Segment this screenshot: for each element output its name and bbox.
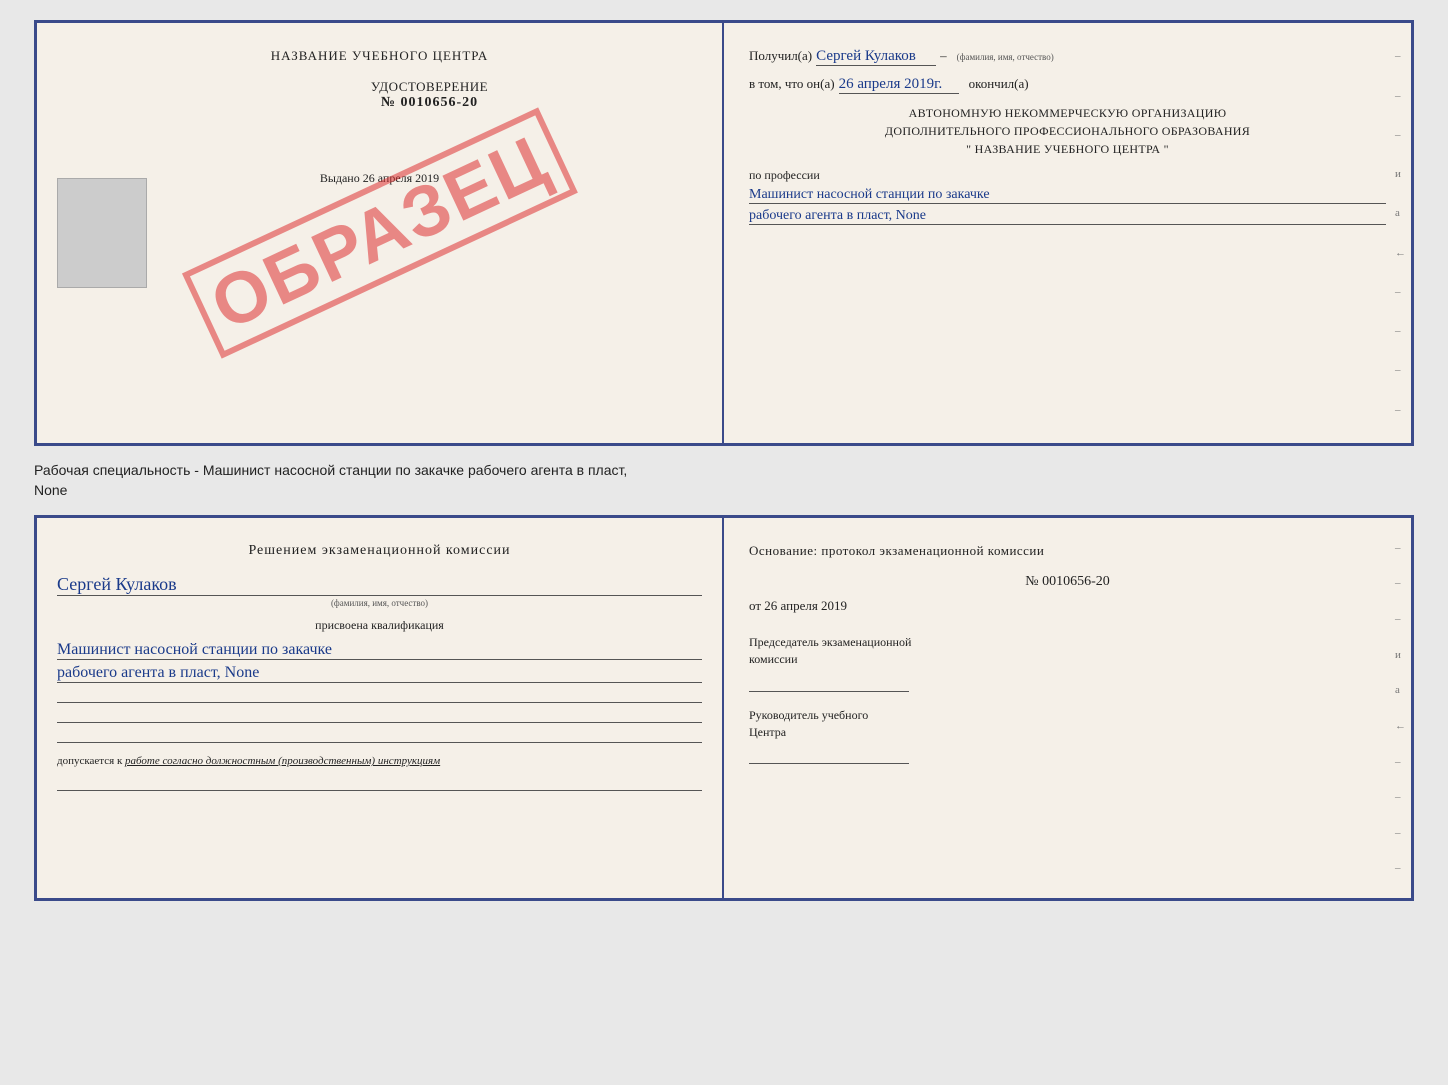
dash2: – bbox=[1395, 90, 1406, 102]
cert-right-side: Получил(а) Сергей Кулаков – (фамилия, им… bbox=[724, 23, 1411, 443]
ended-label: окончил(а) bbox=[969, 76, 1029, 92]
head-signature-line bbox=[749, 748, 909, 764]
head-label: Руководитель учебного Центра bbox=[749, 707, 1386, 741]
description-line1: Рабочая специальность - Машинист насосно… bbox=[34, 461, 1414, 481]
chairman-label: Председатель экзаменационной комиссии bbox=[749, 634, 1386, 668]
received-label: Получил(а) bbox=[749, 48, 812, 64]
blank-line1 bbox=[57, 687, 702, 703]
description-line2: None bbox=[34, 481, 1414, 501]
bdash-arrow: ← bbox=[1395, 720, 1406, 732]
qualification-line1: Машинист насосной станции по закачке bbox=[57, 641, 702, 660]
dash5: – bbox=[1395, 325, 1406, 337]
blank-line3 bbox=[57, 727, 702, 743]
bottom-certificate-spread: Решением экзаменационной комиссии Сергей… bbox=[34, 515, 1414, 901]
protocol-number: № 0010656-20 bbox=[749, 574, 1386, 590]
issued-label: Выдано bbox=[320, 171, 360, 185]
cert-school-name: НАЗВАНИЕ УЧЕБНОГО ЦЕНТРА bbox=[57, 48, 702, 64]
cert-left-side: НАЗВАНИЕ УЧЕБНОГО ЦЕНТРА УДОСТОВЕРЕНИЕ №… bbox=[37, 23, 724, 443]
allows-prefix: допускается к bbox=[57, 755, 122, 767]
dash1: – bbox=[1395, 50, 1406, 62]
head-line2: Центра bbox=[749, 725, 786, 739]
protocol-date: от 26 апреля 2019 bbox=[749, 598, 1386, 614]
profession-line2: рабочего агента в пласт, None bbox=[749, 208, 1386, 225]
side-dashes: – – – и а ← – – – – bbox=[1395, 23, 1406, 443]
date-label: в том, что он(а) bbox=[749, 76, 835, 92]
issued-date: 26 апреля 2019 bbox=[363, 171, 439, 185]
bottom-cert-left: Решением экзаменационной комиссии Сергей… bbox=[37, 518, 724, 898]
chairman-block: Председатель экзаменационной комиссии bbox=[749, 634, 1386, 692]
chairman-signature-line bbox=[749, 676, 909, 692]
org-line3: " НАЗВАНИЕ УЧЕБНОГО ЦЕНТРА " bbox=[749, 140, 1386, 158]
blank-line2 bbox=[57, 707, 702, 723]
assigned-label: присвоена квалификация bbox=[57, 618, 702, 633]
profession-label: по профессии bbox=[749, 168, 1386, 183]
allows-text: допускается к работе согласно должностны… bbox=[57, 755, 702, 767]
blank-line4 bbox=[57, 775, 702, 791]
org-line1: АВТОНОМНУЮ НЕКОММЕРЧЕСКУЮ ОРГАНИЗАЦИЮ bbox=[749, 104, 1386, 122]
protocol-date-prefix: от bbox=[749, 598, 761, 613]
profession-line1: Машинист насосной станции по закачке bbox=[749, 187, 1386, 204]
bdash-a: а bbox=[1395, 684, 1406, 696]
chairman-line1: Председатель экзаменационной bbox=[749, 635, 911, 649]
dash7: – bbox=[1395, 404, 1406, 416]
received-line: Получил(а) Сергей Кулаков – (фамилия, им… bbox=[749, 48, 1386, 66]
dash4: – bbox=[1395, 286, 1406, 298]
head-block: Руководитель учебного Центра bbox=[749, 707, 1386, 765]
bottom-right-dashes: – – – и а ← – – – – bbox=[1395, 518, 1406, 898]
bdash7: – bbox=[1395, 862, 1406, 874]
bdash3: – bbox=[1395, 613, 1406, 625]
obrazec-watermark: ОБРАЗЕЦ bbox=[181, 107, 577, 358]
cert-photo bbox=[57, 178, 147, 288]
bdash5: – bbox=[1395, 791, 1406, 803]
head-line1: Руководитель учебного bbox=[749, 708, 868, 722]
cert-doc-number: № 0010656-20 bbox=[157, 95, 702, 111]
bdash4: – bbox=[1395, 756, 1406, 768]
bdash1: – bbox=[1395, 542, 1406, 554]
protocol-date-value: 26 апреля 2019 bbox=[764, 598, 847, 613]
cert-issued: Выдано 26 апреля 2019 bbox=[57, 171, 702, 186]
name-hint: (фамилия, имя, отчество) bbox=[957, 52, 1054, 62]
dash-a: а bbox=[1395, 207, 1406, 219]
org-block: АВТОНОМНУЮ НЕКОММЕРЧЕСКУЮ ОРГАНИЗАЦИЮ ДО… bbox=[749, 104, 1386, 158]
date-line: в том, что он(а) 26 апреля 2019г. окончи… bbox=[749, 76, 1386, 94]
cert-doc-label: УДОСТОВЕРЕНИЕ bbox=[157, 79, 702, 95]
bdash-i: и bbox=[1395, 649, 1406, 661]
bdash6: – bbox=[1395, 827, 1406, 839]
dash-arrow: ← bbox=[1395, 247, 1406, 259]
cert-center: УДОСТОВЕРЕНИЕ № 0010656-20 bbox=[157, 79, 702, 111]
chairman-line2: комиссии bbox=[749, 652, 798, 666]
received-name: Сергей Кулаков bbox=[816, 48, 936, 66]
bottom-cert-right: Основание: протокол экзаменационной коми… bbox=[724, 518, 1411, 898]
bdash2: – bbox=[1395, 577, 1406, 589]
dash6: – bbox=[1395, 364, 1406, 376]
date-value: 26 апреля 2019г. bbox=[839, 76, 959, 94]
dash-i: и bbox=[1395, 168, 1406, 180]
cert-mp: М.П. bbox=[57, 196, 702, 211]
osnov-title: Основание: протокол экзаменационной коми… bbox=[749, 543, 1386, 559]
qualification-line2: рабочего агента в пласт, None bbox=[57, 664, 702, 683]
description-block: Рабочая специальность - Машинист насосно… bbox=[34, 461, 1414, 500]
allows-italic: работе согласно должностным (производств… bbox=[125, 755, 440, 767]
komissia-title: Решением экзаменационной комиссии bbox=[57, 543, 702, 559]
dash3: – bbox=[1395, 129, 1406, 141]
name-hint-bottom: (фамилия, имя, отчество) bbox=[57, 598, 702, 608]
org-line2: ДОПОЛНИТЕЛЬНОГО ПРОФЕССИОНАЛЬНОГО ОБРАЗО… bbox=[749, 122, 1386, 140]
person-name: Сергей Кулаков bbox=[57, 574, 702, 596]
top-certificate-spread: НАЗВАНИЕ УЧЕБНОГО ЦЕНТРА УДОСТОВЕРЕНИЕ №… bbox=[34, 20, 1414, 446]
